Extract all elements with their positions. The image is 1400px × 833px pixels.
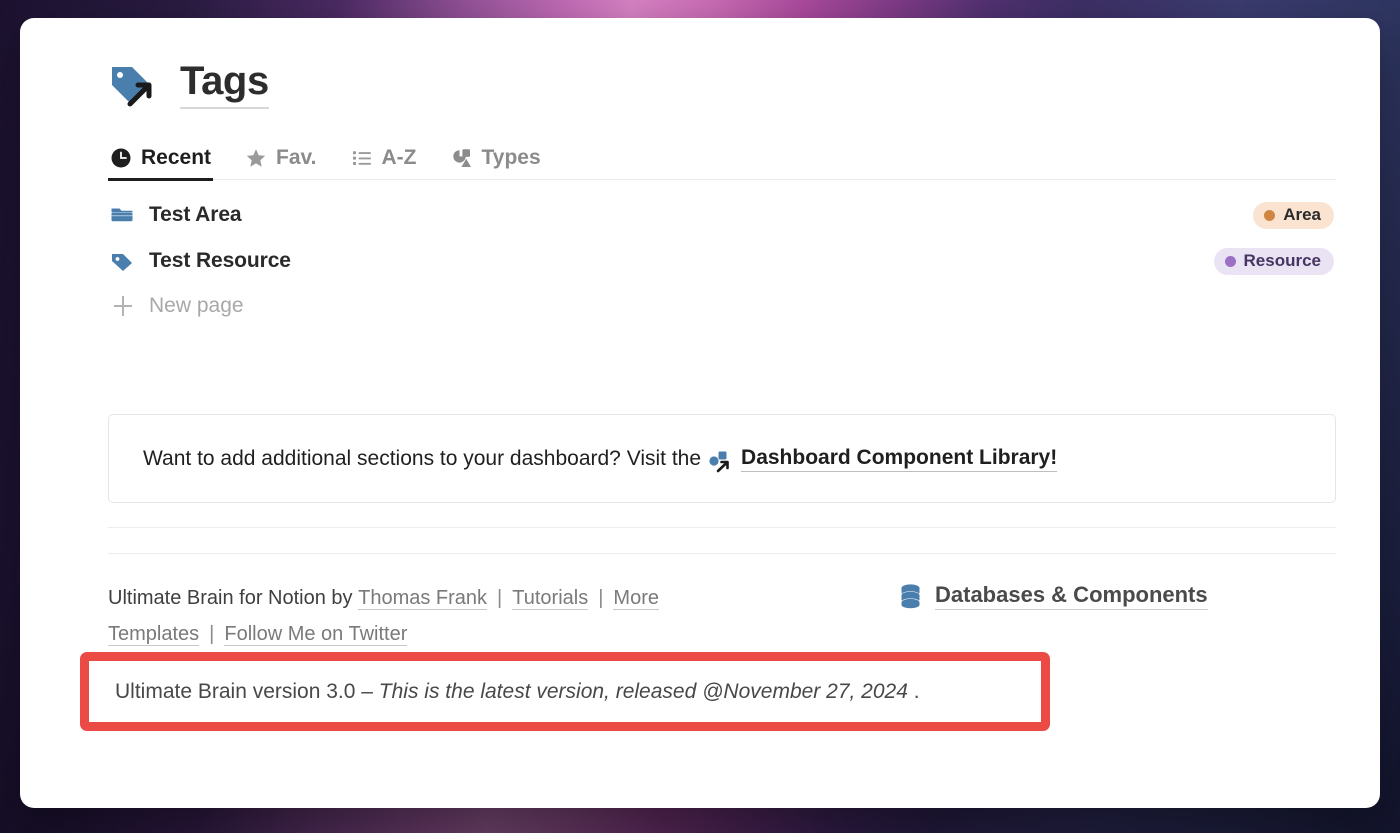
- divider-bottom: [108, 553, 1336, 554]
- clock-icon: [110, 147, 132, 169]
- list-icon: [351, 147, 373, 169]
- footer-separator: |: [598, 587, 604, 609]
- app-window: Tags Recent Fav. A-Z Types Test Area Are…: [20, 18, 1380, 808]
- divider-top: [108, 527, 1336, 528]
- version-italic: This is the latest version, released @No…: [378, 680, 908, 703]
- notion-page: Tags Recent Fav. A-Z Types Test Area Are…: [20, 18, 1380, 808]
- footer-separator: |: [497, 587, 503, 609]
- version-notice-wrapper: Ultimate Brain version 3.0 – This is the…: [80, 652, 1050, 732]
- version-notice: Ultimate Brain version 3.0 – This is the…: [115, 679, 1015, 704]
- tab-recent-label: Recent: [141, 146, 212, 169]
- row-label: Test Area: [149, 203, 242, 226]
- dashboard-component-library-link[interactable]: Dashboard Component Library!: [741, 446, 1058, 472]
- star-icon: [245, 147, 267, 169]
- page-title: Tags: [180, 61, 269, 109]
- table-row[interactable]: Test Area Area: [108, 192, 1336, 238]
- footer-link-thomas-frank[interactable]: Thomas Frank: [358, 587, 488, 610]
- version-highlight-box: Ultimate Brain version 3.0 – This is the…: [80, 652, 1050, 732]
- plus-icon: [110, 294, 136, 318]
- folder-icon: [110, 203, 136, 227]
- page-header: Tags: [108, 54, 1336, 116]
- tab-az-label: A-Z: [381, 146, 417, 169]
- status-badge-label: Resource: [1243, 251, 1321, 270]
- tag-link-icon: [108, 62, 158, 108]
- status-badge-label: Area: [1283, 205, 1321, 224]
- tab-az[interactable]: A-Z: [349, 142, 419, 179]
- tag-icon: [110, 249, 136, 273]
- footer-intro: Ultimate Brain for Notion by: [108, 587, 353, 609]
- version-suffix: .: [907, 680, 920, 703]
- page-content: Tags Recent Fav. A-Z Types Test Area Are…: [108, 54, 1336, 652]
- tab-recent[interactable]: Recent: [108, 142, 214, 181]
- shapes-icon: [451, 147, 473, 169]
- table-row[interactable]: Test Resource Resource: [108, 238, 1336, 284]
- status-badge[interactable]: Resource: [1213, 247, 1334, 275]
- status-dot: [1224, 255, 1236, 267]
- page-footer: Ultimate Brain for Notion by Thomas Fran…: [108, 580, 1336, 652]
- component-link-icon: [708, 450, 732, 474]
- tags-list: Test Area Area Test Resource Resource Ne…: [108, 192, 1336, 328]
- footer-link-follow-me-on-twitter[interactable]: Follow Me on Twitter: [224, 623, 408, 646]
- tab-fav-label: Fav.: [276, 146, 317, 169]
- callout-text: Want to add additional sections to your …: [143, 446, 1058, 474]
- callout-text-before: Want to add additional sections to your …: [143, 446, 702, 470]
- new-page-button[interactable]: New page: [108, 284, 1336, 328]
- footer-link-tutorials[interactable]: Tutorials: [512, 587, 589, 610]
- new-page-label: New page: [149, 294, 244, 317]
- view-tabs: Recent Fav. A-Z Types: [108, 142, 1336, 181]
- database-icon: [898, 583, 923, 609]
- tab-types[interactable]: Types: [449, 142, 543, 179]
- callout-box: Want to add additional sections to your …: [108, 414, 1336, 503]
- status-badge[interactable]: Area: [1253, 201, 1334, 229]
- status-dot: [1264, 209, 1276, 221]
- tab-types-label: Types: [481, 146, 541, 169]
- databases-components-label[interactable]: Databases & Components: [935, 582, 1208, 610]
- databases-components[interactable]: Databases & Components: [898, 580, 1208, 610]
- footer-separator: |: [209, 623, 215, 645]
- version-prefix: Ultimate Brain version 3.0 –: [115, 680, 379, 703]
- tab-fav[interactable]: Fav.: [243, 142, 318, 179]
- row-label: Test Resource: [149, 249, 291, 272]
- footer-links: Ultimate Brain for Notion by Thomas Fran…: [108, 580, 758, 652]
